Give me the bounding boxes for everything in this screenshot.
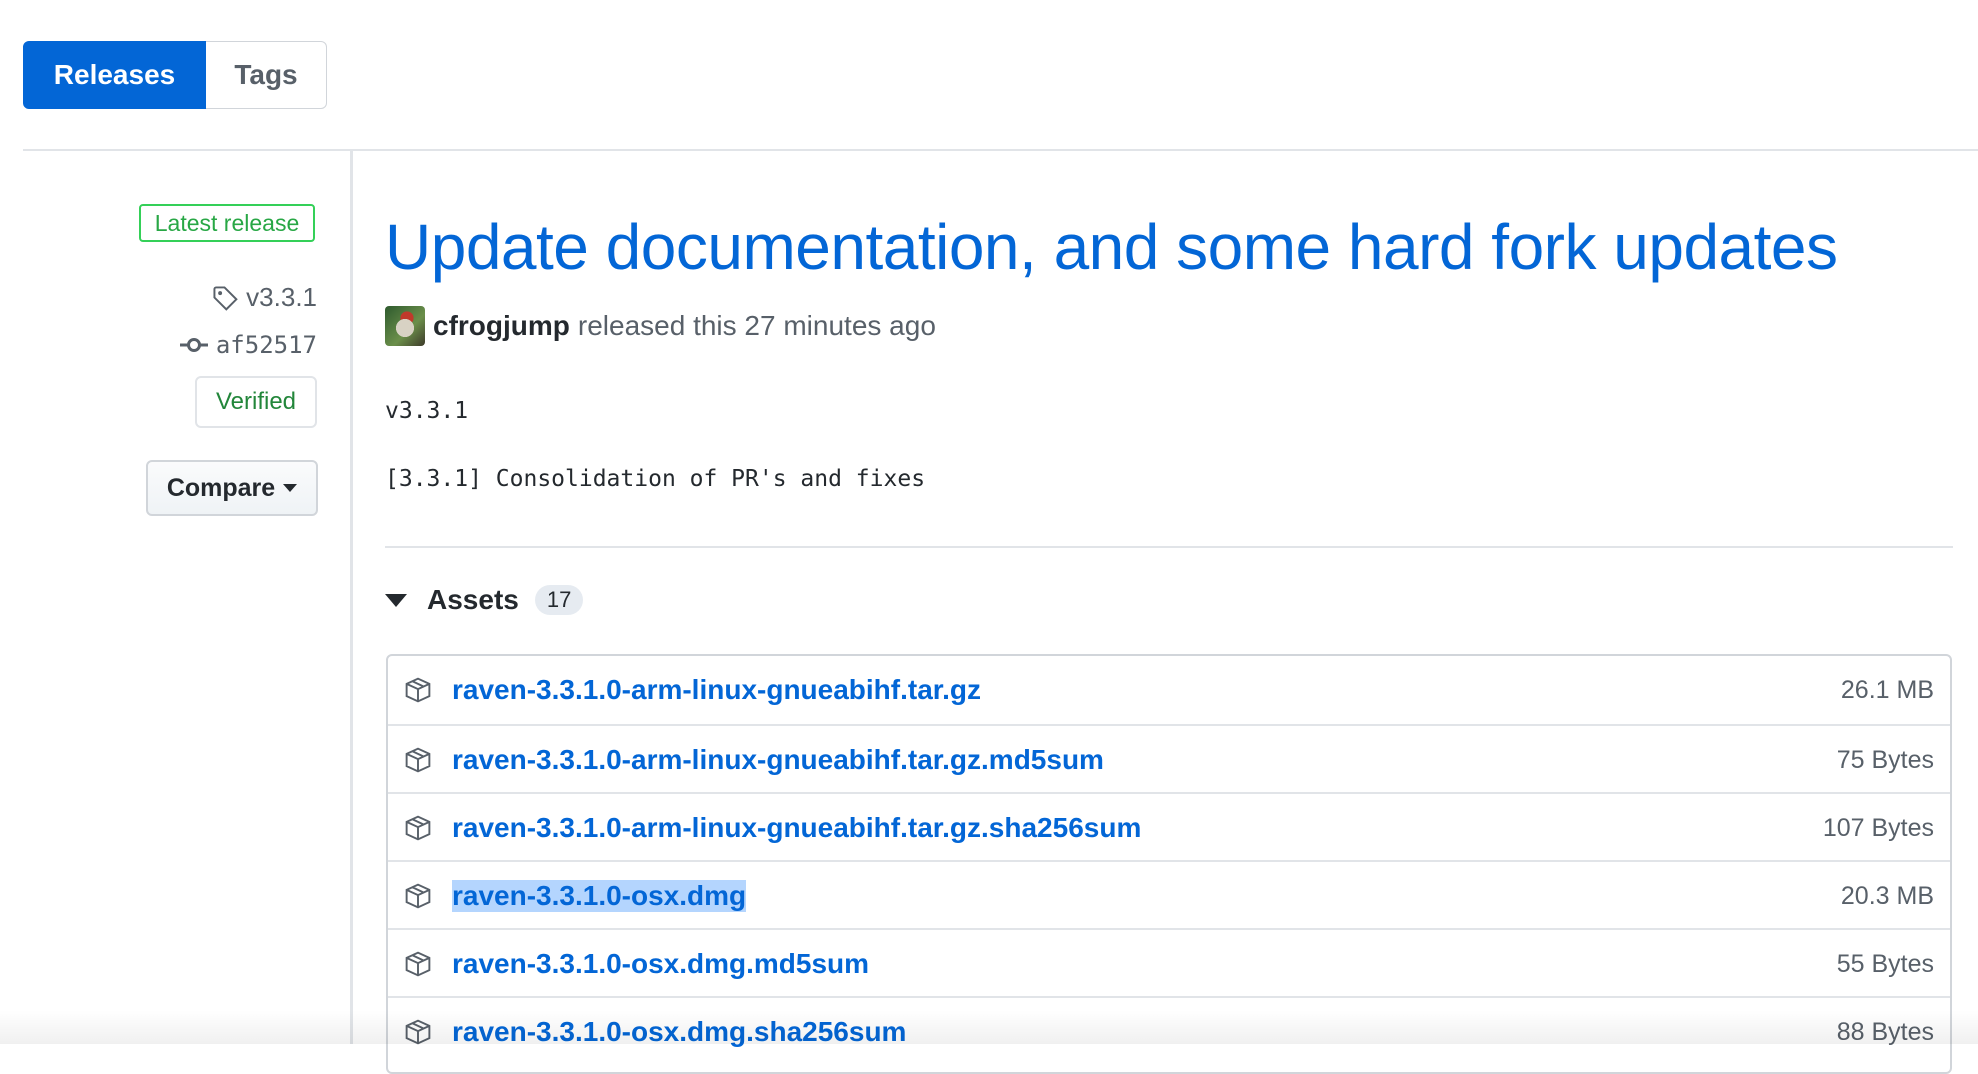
asset-link[interactable]: raven-3.3.1.0-osx.dmg.sha256sum (452, 1016, 906, 1048)
assets-list: raven-3.3.1.0-arm-linux-gnueabihf.tar.gz… (386, 654, 1952, 1074)
top-divider (23, 149, 1978, 151)
asset-link[interactable]: raven-3.3.1.0-arm-linux-gnueabihf.tar.gz (452, 674, 981, 706)
git-commit-icon (179, 338, 208, 352)
asset-size: 20.3 MB (1840, 881, 1934, 910)
asset-link[interactable]: raven-3.3.1.0-osx.dmg.md5sum (452, 948, 869, 980)
verified-badge[interactable]: Verified (195, 376, 317, 428)
compare-label: Compare (166, 473, 276, 502)
avatar[interactable] (385, 306, 425, 346)
tag-icon (213, 285, 238, 311)
asset-row: raven-3.3.1.0-osx.dmg 20.3 MB (388, 860, 1950, 930)
asset-row: raven-3.3.1.0-osx.dmg.md5sum 55 Bytes (388, 928, 1950, 998)
tab-tags[interactable]: Tags (206, 41, 327, 109)
package-icon (405, 883, 431, 909)
section-divider (385, 546, 1953, 548)
asset-row: raven-3.3.1.0-osx.dmg.sha256sum 88 Bytes (388, 996, 1950, 1066)
assets-label: Assets (427, 584, 519, 615)
package-icon (405, 951, 431, 977)
release-title[interactable]: Update documentation, and some hard fork… (385, 210, 1838, 284)
asset-size: 55 Bytes (1836, 949, 1934, 978)
asset-row: raven-3.3.1.0-arm-linux-gnueabihf.tar.gz… (388, 724, 1950, 794)
release-commit[interactable]: af52517 (179, 331, 317, 359)
caret-down-icon (283, 484, 298, 492)
release-body-notes: [3.3.1] Consolidation of PR's and fixes (385, 466, 926, 492)
assets-count: 17 (534, 585, 584, 615)
asset-size: 107 Bytes (1822, 813, 1934, 842)
assets-toggle[interactable]: Assets 17 (385, 584, 584, 616)
triangle-down-icon (385, 593, 407, 607)
tag-label: v3.3.1 (246, 282, 317, 312)
asset-size: 26.1 MB (1840, 675, 1934, 704)
package-icon (405, 1019, 431, 1045)
release-author-line: cfrogjump released this 27 minutes ago (385, 306, 936, 346)
author-name[interactable]: cfrogjump (433, 310, 570, 342)
asset-size: 75 Bytes (1836, 745, 1934, 774)
package-icon (405, 747, 431, 773)
asset-link[interactable]: raven-3.3.1.0-arm-linux-gnueabihf.tar.gz… (452, 812, 1141, 844)
release-tabs: Releases Tags (23, 41, 327, 109)
latest-release-badge: Latest release (139, 204, 315, 242)
package-icon (405, 677, 431, 703)
commit-hash: af52517 (215, 331, 317, 359)
asset-size: 88 Bytes (1836, 1017, 1934, 1046)
compare-button[interactable]: Compare (146, 460, 318, 516)
column-divider (350, 151, 353, 1044)
asset-link[interactable]: raven-3.3.1.0-osx.dmg (452, 880, 747, 912)
tab-releases[interactable]: Releases (23, 41, 206, 109)
release-tag[interactable]: v3.3.1 (212, 282, 317, 313)
asset-row: raven-3.3.1.0-arm-linux-gnueabihf.tar.gz… (388, 792, 1950, 862)
released-time: released this 27 minutes ago (577, 310, 936, 341)
asset-link[interactable]: raven-3.3.1.0-arm-linux-gnueabihf.tar.gz… (452, 744, 1104, 776)
release-body-version: v3.3.1 (385, 398, 469, 424)
asset-row: raven-3.3.1.0-arm-linux-gnueabihf.tar.gz… (388, 656, 1950, 724)
package-icon (405, 815, 431, 841)
